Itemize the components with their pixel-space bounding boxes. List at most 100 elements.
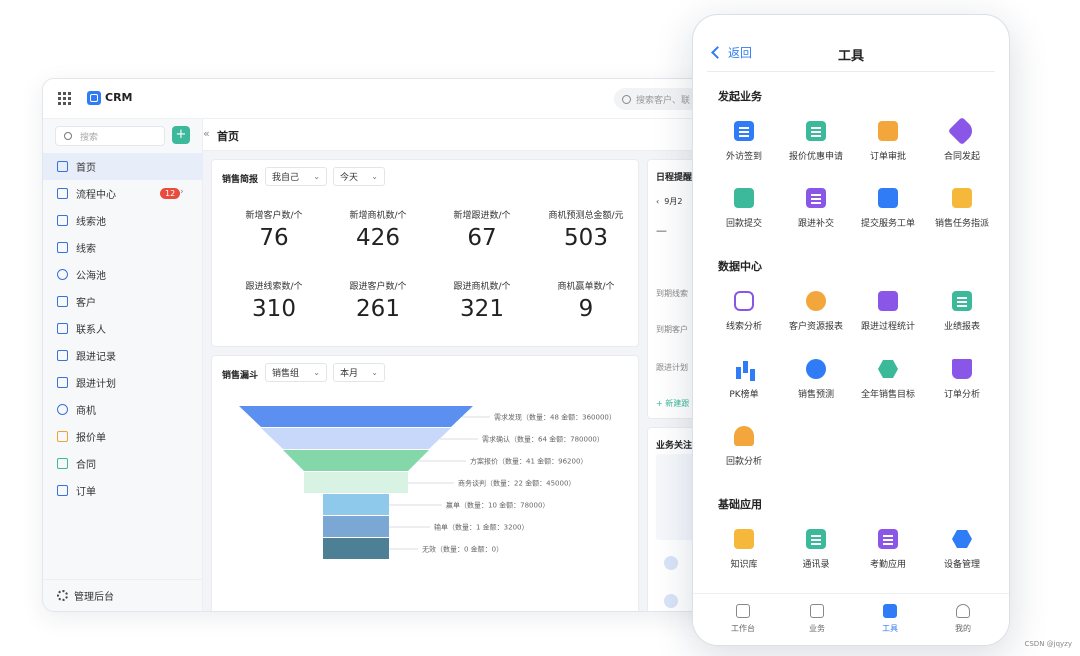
stat-new-opportunities: 新增商机数/个 426 xyxy=(326,208,430,251)
tool-contract-initiate[interactable]: 合同发起 xyxy=(925,116,999,162)
tool-order-analysis[interactable]: 订单分析 xyxy=(925,359,999,400)
schedule-row-customers[interactable]: 到期客户 xyxy=(656,324,688,335)
funnel-segment[interactable] xyxy=(323,494,389,515)
apps-grid-icon[interactable] xyxy=(58,92,71,105)
tool-label: 回款分析 xyxy=(725,457,762,467)
group-filter-select[interactable]: 销售组 ⌄ xyxy=(265,363,327,382)
chevron-down-icon: ⌄ xyxy=(371,368,378,377)
checkin-icon xyxy=(734,121,754,141)
tab-tools[interactable]: 工具 xyxy=(855,604,925,634)
header-divider xyxy=(707,71,995,72)
tag-icon xyxy=(947,116,977,146)
tab-label: 业务 xyxy=(809,624,825,633)
sidebar-item-opportunities[interactable]: 商机 xyxy=(43,396,203,423)
schedule-date[interactable]: ‹ 9月2 xyxy=(656,196,682,207)
funnel-segment[interactable] xyxy=(323,516,389,537)
watermark: CSDN @jqyzy xyxy=(1024,640,1072,648)
section-title-basic-apps: 基础应用 xyxy=(718,498,762,511)
tool-sales-forecast[interactable]: 销售预测 xyxy=(779,359,853,400)
tool-performance-report[interactable]: 业绩报表 xyxy=(925,291,999,332)
tool-payment-submit[interactable]: 回款提交 xyxy=(707,188,781,229)
time-filter-select[interactable]: 今天 ⌄ xyxy=(333,167,385,186)
tool-follow-supplement[interactable]: 跟进补交 xyxy=(779,188,853,229)
tool-task-assign[interactable]: 销售任务指派 xyxy=(925,188,999,229)
new-follow-button[interactable]: + 新建跟 xyxy=(656,398,689,409)
sidebar-item-follow-plans[interactable]: 跟进计划 xyxy=(43,369,203,396)
mail-icon xyxy=(878,188,898,208)
period-filter-select[interactable]: 本月 ⌄ xyxy=(333,363,385,382)
schedule-row-plans[interactable]: 跟进计划 xyxy=(656,362,688,373)
tool-device-management[interactable]: 设备管理 xyxy=(925,529,999,570)
contact-icon xyxy=(57,323,68,334)
bars-icon xyxy=(734,359,754,379)
sidebar-search-input[interactable]: 搜索 xyxy=(55,126,165,146)
tool-annual-target[interactable]: 全年销售目标 xyxy=(851,359,925,400)
sidebar-item-label: 跟进记录 xyxy=(76,352,116,363)
tool-follow-statistics[interactable]: 跟进过程统计 xyxy=(851,291,925,332)
stat-label: 跟进商机数/个 xyxy=(453,282,511,292)
stat-value: 261 xyxy=(356,296,400,322)
sidebar-item-contracts[interactable]: 合同 xyxy=(43,450,203,477)
sidebar-item-flow-center[interactable]: 流程中心 12 › xyxy=(43,180,203,207)
tab-label: 工具 xyxy=(882,624,898,633)
schedule-row-leads[interactable]: 到期线索 xyxy=(656,288,688,299)
tool-service-ticket[interactable]: 提交服务工单 xyxy=(851,188,925,229)
stat-value: 426 xyxy=(356,225,400,251)
funnel-segment[interactable] xyxy=(239,406,473,427)
add-button[interactable]: + xyxy=(172,126,190,144)
tool-lead-analysis[interactable]: 线索分析 xyxy=(707,291,781,332)
sidebar-item-customers[interactable]: 客户 xyxy=(43,288,203,315)
tool-pk-leaderboard[interactable]: PK榜单 xyxy=(707,359,781,400)
device-icon xyxy=(952,530,972,548)
sidebar-item-lead-pool[interactable]: 线索池 xyxy=(43,207,203,234)
sidebar-item-follow-records[interactable]: 跟进记录 xyxy=(43,342,203,369)
sidebar-item-public-pool[interactable]: 公海池 xyxy=(43,261,203,288)
funnel-segment[interactable] xyxy=(283,450,429,471)
sales-funnel-title: 销售漏斗 xyxy=(222,371,259,381)
stat-label: 新增商机数/个 xyxy=(349,211,407,221)
customer-icon xyxy=(57,296,68,307)
doc-edit-icon xyxy=(806,188,826,208)
owner-filter-select[interactable]: 我自己 ⌄ xyxy=(265,167,327,186)
tab-business[interactable]: 业务 xyxy=(782,604,852,634)
tool-label: 设备管理 xyxy=(943,560,980,570)
crm-logo-icon xyxy=(87,91,101,105)
sidebar-item-home[interactable]: 首页 xyxy=(43,153,203,180)
tab-mine[interactable]: 我的 xyxy=(928,604,998,634)
funnel-segment[interactable] xyxy=(261,428,451,449)
funnel-segment[interactable] xyxy=(304,472,408,493)
wallet-icon xyxy=(734,188,754,208)
sidebar-item-quotes[interactable]: 报价单 xyxy=(43,423,203,450)
funnel-segment[interactable] xyxy=(323,538,389,559)
sidebar-item-contacts[interactable]: 联系人 xyxy=(43,315,203,342)
tool-order-approval[interactable]: 订单审批 xyxy=(851,121,925,162)
tool-customer-report[interactable]: 客户资源报表 xyxy=(779,291,853,332)
group-filter-value: 销售组 xyxy=(272,369,300,379)
stat-won-opportunities: 商机赢单数/个 9 xyxy=(534,279,638,322)
tool-knowledge-base[interactable]: 知识库 xyxy=(707,529,781,570)
chevron-right-icon: › xyxy=(180,187,184,197)
sales-funnel-card: 销售漏斗 销售组 ⌄ 本月 ⌄ 需求发现（数量：48 金额：360000） 需求确… xyxy=(211,355,639,611)
tool-attendance[interactable]: 考勤应用 xyxy=(851,529,925,570)
tab-workbench[interactable]: 工作台 xyxy=(708,604,778,634)
sidebar-item-label: 商机 xyxy=(76,406,96,417)
global-search-placeholder: 搜索客户、联 xyxy=(636,95,691,106)
tool-discount-apply[interactable]: 报价优惠申请 xyxy=(779,121,853,162)
mobile-tools-screen: 返回 工具 发起业务 外访签到 报价优惠申请 订单审批 合同发起 回款提交 跟进… xyxy=(692,14,1010,646)
tool-payment-analysis[interactable]: 回款分析 xyxy=(707,426,781,467)
collapse-sidebar-icon[interactable]: « xyxy=(203,127,210,140)
tool-address-book[interactable]: 通讯录 xyxy=(779,529,853,570)
desktop-window: CRM 搜索客户、联 搜索 + 首页 流程中心 12 › 线索池 线索 公海池 … xyxy=(42,78,742,612)
lead-icon xyxy=(57,242,68,253)
app-name: CRM xyxy=(105,91,133,104)
tool-checkin[interactable]: 外访签到 xyxy=(707,121,781,162)
sidebar-item-orders[interactable]: 订单 xyxy=(43,477,203,504)
route-icon xyxy=(734,291,754,311)
bottom-tab-bar: 工作台 业务 工具 我的 xyxy=(693,593,1009,645)
funnel-stage-label: 方案报价（数量：41 金额：96200） xyxy=(470,457,587,466)
stat-new-follow-ups: 新增跟进数/个 67 xyxy=(430,208,534,251)
tool-label: 线索分析 xyxy=(725,322,762,332)
admin-backend-link[interactable]: 管理后台 xyxy=(43,579,203,611)
sidebar-item-leads[interactable]: 线索 xyxy=(43,234,203,261)
tool-label: 知识库 xyxy=(730,560,758,570)
